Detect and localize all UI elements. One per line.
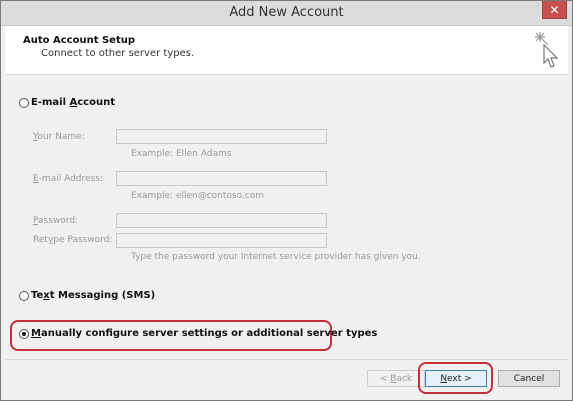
manual-config-label[interactable]: Manually configure server settings or ad… [31,328,377,339]
account-options: E-mail Account Your Name: Example: Ellen… [5,75,568,363]
header-title: Auto Account Setup [23,35,135,46]
add-account-dialog: Add New Account ✕ Auto Account Setup Con… [0,0,573,401]
header-subtitle: Connect to other server types. [41,48,195,59]
email-account-radio[interactable] [19,98,29,108]
email-address-label: E-mail Address: [33,174,103,184]
wizard-header: Auto Account Setup Connect to other serv… [5,26,568,75]
text-messaging-radio[interactable] [19,291,29,301]
your-name-label: Your Name: [33,132,85,142]
your-name-hint: Example: Ellen Adams [131,149,232,159]
footer-divider [5,359,568,360]
cancel-button[interactable]: Cancel [498,370,560,387]
retype-password-field[interactable] [116,233,327,248]
close-button[interactable]: ✕ [542,1,567,19]
wizard-cursor-icon [535,32,559,68]
password-hint: Type the password your Internet service … [131,252,421,262]
close-icon: ✕ [549,3,560,17]
your-name-field[interactable] [116,129,327,144]
title-bar[interactable]: Add New Account ✕ [1,1,572,26]
manual-config-radio[interactable] [19,329,29,339]
window-title: Add New Account [229,5,344,20]
back-button[interactable]: < Back [367,370,425,387]
email-address-field[interactable] [116,171,327,186]
password-field[interactable] [116,213,327,228]
next-button[interactable]: Next > [425,370,487,387]
email-account-label[interactable]: E-mail Account [31,97,115,108]
text-messaging-label[interactable]: Text Messaging (SMS) [31,290,155,301]
email-address-hint: Example: ellen@contoso.com [131,191,265,201]
retype-password-label: Retype Password: [33,235,113,245]
password-label: Password: [33,216,79,226]
